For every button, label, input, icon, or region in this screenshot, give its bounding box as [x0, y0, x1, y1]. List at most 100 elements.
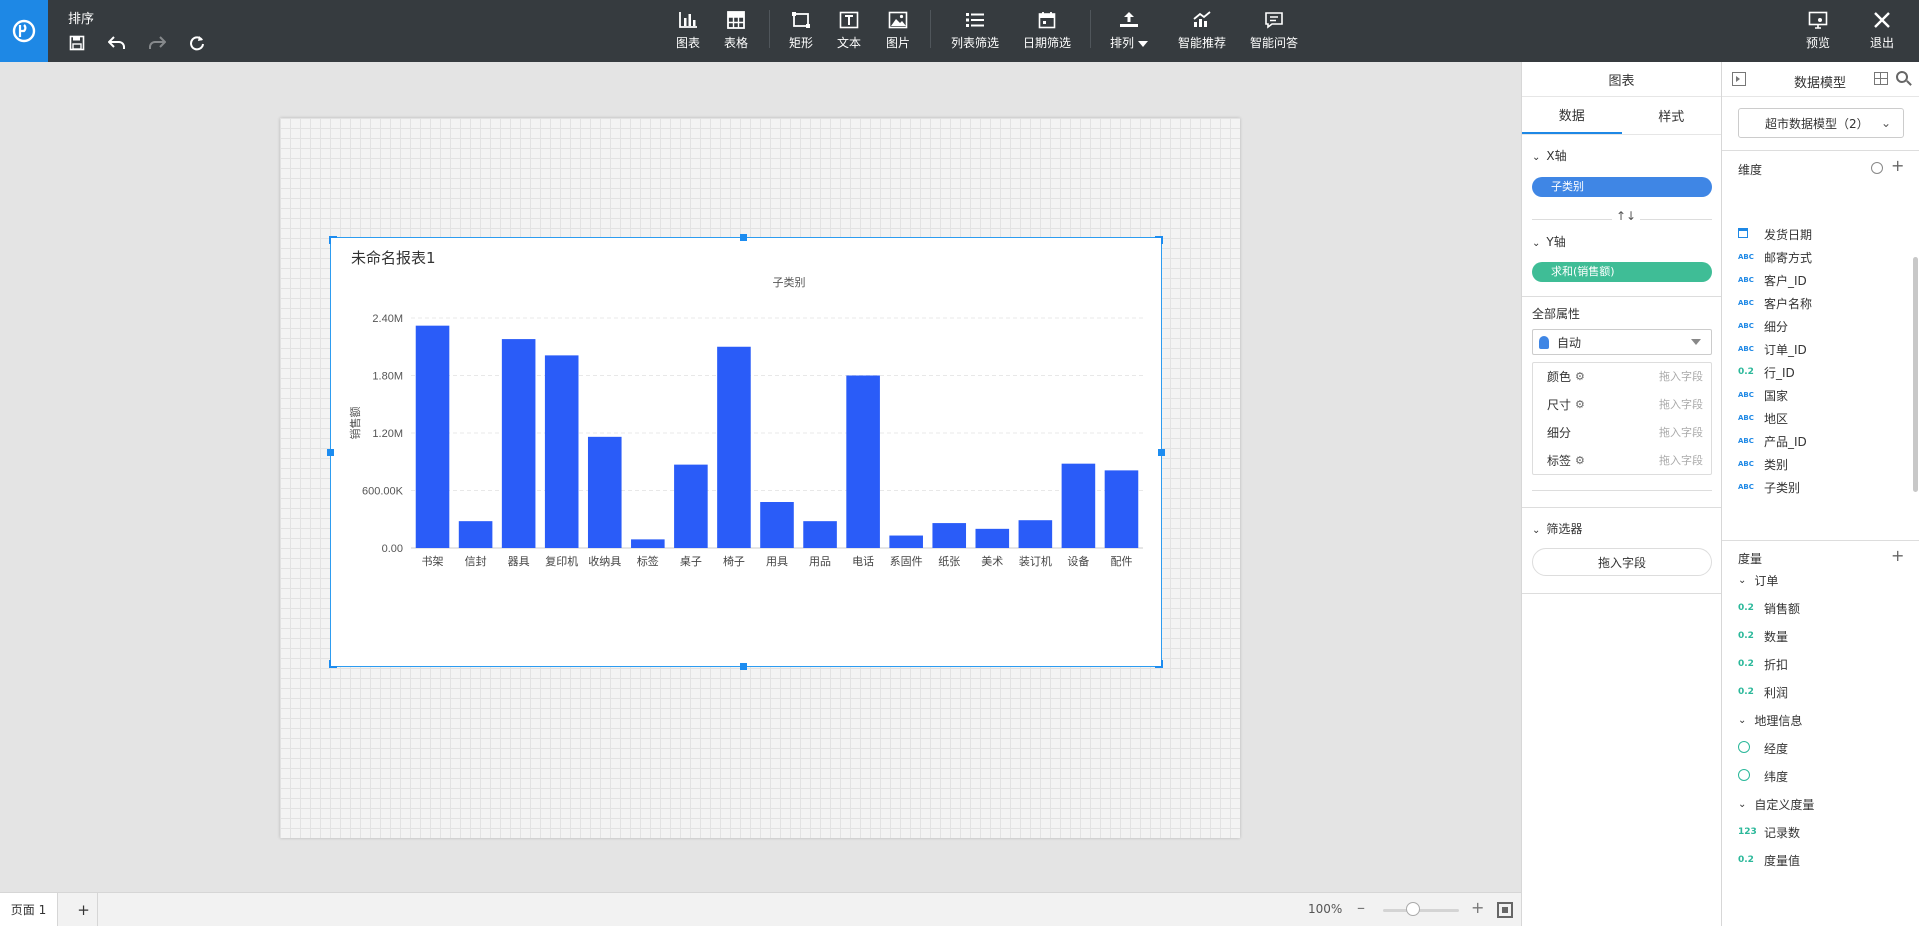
globe-icon[interactable] [1871, 162, 1883, 174]
resize-handle-top[interactable] [740, 234, 747, 241]
resize-corner-top-left[interactable] [329, 236, 337, 244]
filter-drop-zone[interactable]: 拖入字段 [1532, 548, 1712, 576]
tool-list-filter[interactable]: 列表筛选 [951, 8, 999, 56]
field-item[interactable]: ABC 国家 [1738, 385, 1788, 405]
prop-size[interactable]: 尺寸 ⚙ 拖入字段 [1533, 391, 1711, 417]
zoom-slider-thumb[interactable] [1406, 902, 1421, 916]
redo-icon[interactable] [146, 32, 168, 54]
dimension-scrollbar[interactable] [1913, 257, 1918, 492]
prop-color-drop[interactable]: 拖入字段 [1659, 368, 1703, 384]
refresh-icon[interactable] [186, 32, 208, 54]
field-item[interactable]: ABC 产品_ID [1738, 431, 1807, 451]
tool-text[interactable]: 文本 [837, 8, 861, 56]
y-axis-field-pill[interactable]: 求和(销售额) [1532, 262, 1712, 282]
prop-label-drop[interactable]: 拖入字段 [1659, 452, 1703, 468]
tool-date-filter-label: 日期筛选 [1023, 36, 1072, 50]
collapse-panel-icon[interactable] [1732, 72, 1746, 86]
calendar-icon [1038, 8, 1056, 32]
settings-icon[interactable]: ⚙ [1575, 370, 1585, 383]
tab-data[interactable]: 数据 [1522, 97, 1622, 134]
field-item[interactable]: ABC 类别 [1738, 454, 1788, 474]
chart-widget[interactable]: 未命名报表1 子类别 销售额 0.00 600.00K 1.20M 1.80M 2.40M 书… [327, 234, 1165, 670]
tool-rect[interactable]: 矩形 [789, 8, 813, 56]
field-item[interactable]: ABC 地区 [1738, 408, 1788, 428]
resize-handle-bottom[interactable] [740, 663, 747, 670]
field-item[interactable]: 0.2 利润 [1738, 682, 1788, 702]
prop-detail-drop[interactable]: 拖入字段 [1659, 424, 1703, 440]
settings-icon[interactable]: ⚙ [1575, 454, 1585, 467]
mark-type-select[interactable]: 自动 [1532, 329, 1712, 355]
bar-标签 [631, 539, 665, 548]
filter-section[interactable]: ⌄ 筛选器 [1532, 520, 1582, 537]
field-type-icon: ABC [1738, 391, 1754, 399]
field-item[interactable]: 0.2 度量值 [1738, 850, 1800, 870]
field-item[interactable]: 发货日期 [1738, 224, 1812, 244]
tool-smart-recommend-label: 智能推荐 [1178, 36, 1227, 50]
field-type-icon: ABC [1738, 322, 1754, 330]
tool-smart-recommend[interactable]: 智能推荐 [1178, 8, 1226, 56]
swap-axes-button[interactable]: ↑↓ [1612, 209, 1641, 223]
field-item[interactable]: ABC 订单_ID [1738, 339, 1807, 359]
field-item[interactable]: ABC 客户名称 [1738, 293, 1812, 313]
measure-group[interactable]: ⌄ 地理信息 [1738, 710, 1802, 730]
grid-view-icon[interactable] [1874, 72, 1888, 85]
data-model-select[interactable]: 超市数据模型（2） ⌄ [1738, 108, 1904, 138]
zoom-out-button[interactable]: – [1357, 898, 1365, 917]
resize-handle-right[interactable] [1158, 449, 1165, 456]
prop-detail-label: 细分 [1547, 425, 1572, 440]
y-tick-label: 600.00K [362, 486, 404, 498]
tool-date-filter[interactable]: 日期筛选 [1023, 8, 1071, 56]
resize-corner-bottom-right[interactable] [1155, 660, 1163, 668]
prop-label[interactable]: 标签 ⚙ 拖入字段 [1533, 447, 1711, 473]
field-name: 利润 [1764, 685, 1789, 700]
undo-icon[interactable] [106, 32, 128, 54]
field-item[interactable]: 0.2 销售额 [1738, 598, 1800, 618]
prop-size-drop[interactable]: 拖入字段 [1659, 396, 1703, 412]
tool-chart[interactable]: 图表 [676, 8, 700, 56]
tool-smart-qa-label: 智能问答 [1250, 36, 1299, 50]
field-name: 地区 [1764, 411, 1789, 426]
resize-corner-bottom-left[interactable] [329, 660, 337, 668]
field-item[interactable]: 纬度 [1738, 766, 1788, 786]
measure-group[interactable]: ⌄ 订单 [1738, 570, 1778, 590]
field-item[interactable]: ABC 客户_ID [1738, 270, 1807, 290]
field-item[interactable]: ABC 细分 [1738, 316, 1788, 336]
field-name: 邮寄方式 [1764, 250, 1813, 265]
exit-button[interactable]: 退出 [1870, 8, 1894, 56]
save-icon[interactable] [66, 32, 88, 54]
field-item[interactable]: 0.2 行_ID [1738, 362, 1795, 382]
add-page-button[interactable]: + [70, 893, 98, 926]
page-tab[interactable]: 页面 1 [0, 893, 58, 926]
field-item[interactable]: 0.2 折扣 [1738, 654, 1788, 674]
y-axis-section[interactable]: ⌄ Y轴 [1532, 233, 1566, 250]
tool-table[interactable]: 表格 [724, 8, 748, 56]
app-logo[interactable] [0, 0, 48, 62]
add-dimension-button[interactable]: + [1891, 156, 1904, 175]
zoom-in-button[interactable]: + [1471, 898, 1484, 917]
preview-button[interactable]: 预览 [1806, 8, 1830, 56]
add-measure-button[interactable]: + [1891, 546, 1904, 565]
tool-arrange[interactable]: 排列 [1110, 8, 1148, 56]
resize-corner-top-right[interactable] [1155, 236, 1163, 244]
field-item[interactable]: ABC 邮寄方式 [1738, 247, 1812, 267]
tool-smart-qa[interactable]: 智能问答 [1250, 8, 1298, 56]
x-axis-section[interactable]: ⌄ X轴 [1532, 147, 1567, 164]
resize-handle-left[interactable] [327, 449, 334, 456]
field-item[interactable]: 经度 [1738, 738, 1788, 758]
fit-screen-icon[interactable] [1497, 902, 1513, 918]
settings-icon[interactable]: ⚙ [1575, 398, 1585, 411]
zoom-slider-track[interactable] [1383, 909, 1459, 912]
field-item[interactable]: ABC 子类别 [1738, 477, 1800, 497]
field-type-icon: 0.2 [1738, 659, 1754, 669]
prop-detail[interactable]: 细分 拖入字段 [1533, 419, 1711, 445]
prop-color[interactable]: 颜色 ⚙ 拖入字段 [1533, 363, 1711, 389]
field-item[interactable]: 123 记录数 [1738, 822, 1800, 842]
bar-用品 [803, 521, 837, 548]
search-icon[interactable] [1896, 71, 1912, 86]
tool-image[interactable]: 图片 [886, 8, 910, 56]
bar-美术 [975, 528, 1010, 548]
x-axis-field-pill[interactable]: 子类别 [1532, 177, 1712, 197]
measure-group[interactable]: ⌄ 自定义度量 [1738, 794, 1814, 814]
tab-style[interactable]: 样式 [1622, 97, 1722, 134]
field-item[interactable]: 0.2 数量 [1738, 626, 1788, 646]
